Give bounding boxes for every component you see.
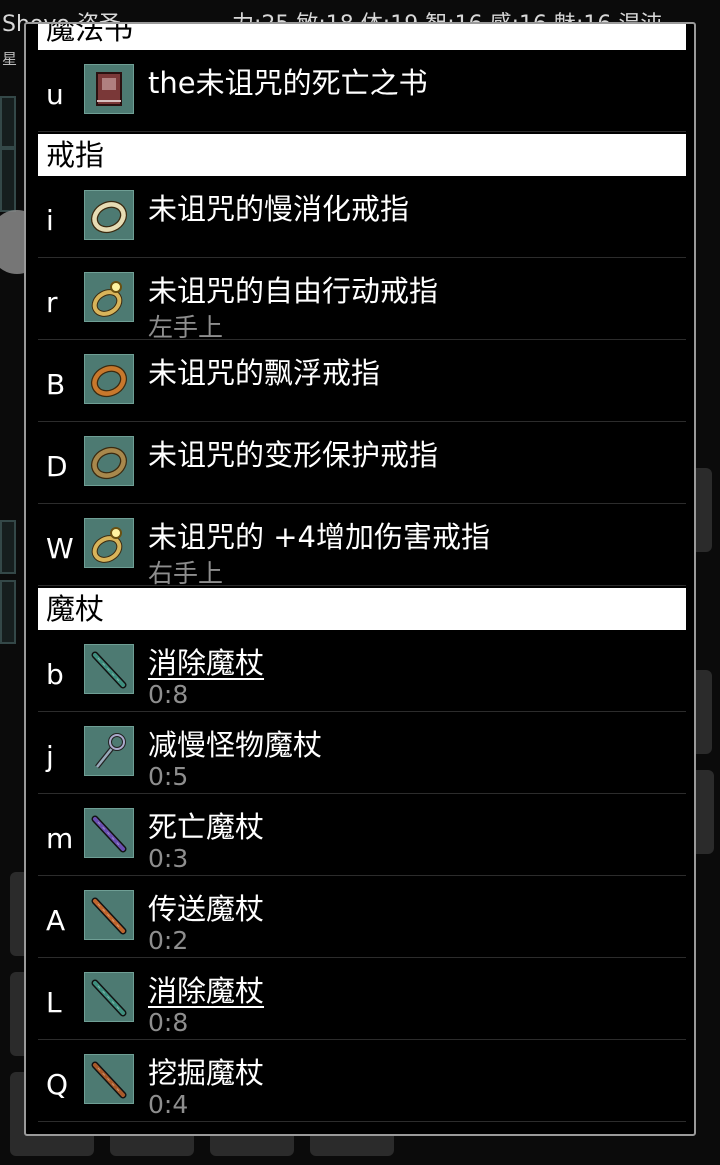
item-detail: 0:3 bbox=[148, 844, 189, 873]
inventory-item[interactable]: L 消除魔杖 0:8 bbox=[26, 958, 694, 1040]
section-header: 戒指 bbox=[38, 134, 686, 176]
map-wall bbox=[0, 148, 16, 212]
item-key: b bbox=[46, 658, 64, 691]
item-name: 减慢怪物魔杖 bbox=[148, 728, 323, 762]
item-key: i bbox=[46, 204, 54, 237]
row-divider bbox=[38, 585, 686, 586]
item-detail: 0:8 bbox=[148, 1008, 189, 1037]
inventory-item[interactable]: r 未诅咒的自由行动戒指 左手上 bbox=[26, 258, 694, 342]
row-divider bbox=[38, 131, 686, 132]
staff-icon bbox=[84, 726, 134, 776]
inventory-item[interactable]: B 未诅咒的飘浮戒指 bbox=[26, 340, 694, 422]
ring-icon bbox=[84, 354, 134, 404]
section-header: 魔法书 bbox=[38, 24, 686, 50]
inventory-item[interactable]: i 未诅咒的慢消化戒指 bbox=[26, 176, 694, 258]
item-key: u bbox=[46, 78, 64, 111]
ring-icon bbox=[84, 436, 134, 486]
ring-icon bbox=[84, 190, 134, 240]
inventory-item[interactable]: u the未诅咒的死亡之书 bbox=[26, 50, 694, 132]
wand-icon bbox=[84, 1054, 134, 1104]
item-key: j bbox=[46, 740, 54, 773]
item-name: 未诅咒的自由行动戒指 bbox=[148, 274, 439, 308]
row-divider bbox=[38, 1121, 686, 1122]
item-name: 消除魔杖 bbox=[148, 974, 265, 1008]
item-name: 死亡魔杖 bbox=[148, 810, 265, 844]
map-wall bbox=[0, 96, 16, 148]
item-key: B bbox=[46, 368, 66, 401]
item-detail: 0:4 bbox=[148, 1090, 189, 1119]
inventory-item[interactable]: W 未诅咒的 +4增加伤害戒指 右手上 bbox=[26, 504, 694, 588]
item-key: m bbox=[46, 822, 74, 855]
inventory-item[interactable]: m 死亡魔杖 0:3 bbox=[26, 794, 694, 876]
gem-ring-icon bbox=[84, 518, 134, 568]
item-name: 未诅咒的变形保护戒指 bbox=[148, 438, 439, 472]
inventory-item[interactable]: Q 挖掘魔杖 0:4 bbox=[26, 1040, 694, 1122]
inventory-item[interactable]: b 消除魔杖 0:8 bbox=[26, 630, 694, 712]
wand-icon bbox=[84, 972, 134, 1022]
item-key: Q bbox=[46, 1068, 69, 1101]
inventory-item[interactable]: j 减慢怪物魔杖 0:5 bbox=[26, 712, 694, 794]
item-key: W bbox=[46, 532, 74, 565]
item-detail: 0:2 bbox=[148, 926, 189, 955]
inventory-item[interactable]: D 未诅咒的变形保护戒指 bbox=[26, 422, 694, 504]
inventory-item[interactable]: A 传送魔杖 0:2 bbox=[26, 876, 694, 958]
item-name: 未诅咒的飘浮戒指 bbox=[148, 356, 381, 390]
item-key: r bbox=[46, 286, 58, 319]
item-name: 未诅咒的 +4增加伤害戒指 bbox=[148, 520, 490, 554]
item-name: 挖掘魔杖 bbox=[148, 1056, 265, 1090]
item-name: 未诅咒的慢消化戒指 bbox=[148, 192, 410, 226]
map-wall bbox=[0, 520, 16, 574]
item-name: 消除魔杖 bbox=[148, 646, 265, 680]
item-name: 传送魔杖 bbox=[148, 892, 265, 926]
item-key: A bbox=[46, 904, 66, 937]
map-wall bbox=[0, 580, 16, 644]
wand-icon bbox=[84, 808, 134, 858]
inventory-dialog: 魔法书 u the未诅咒的死亡之书 戒指 i 未诅咒的慢消化戒指 r 未诅咒的自由行动戒指 左手… bbox=[24, 22, 696, 1136]
book-icon bbox=[84, 64, 134, 114]
item-name: the未诅咒的死亡之书 bbox=[148, 66, 428, 100]
wand-icon bbox=[84, 644, 134, 694]
item-key: D bbox=[46, 450, 68, 483]
status-subline: 星 bbox=[2, 50, 18, 68]
item-detail: 0:8 bbox=[148, 680, 189, 709]
gem-ring-icon bbox=[84, 272, 134, 322]
item-key: L bbox=[46, 986, 62, 1019]
section-header: 魔杖 bbox=[38, 588, 686, 630]
item-detail: 0:5 bbox=[148, 762, 189, 791]
wand-icon bbox=[84, 890, 134, 940]
